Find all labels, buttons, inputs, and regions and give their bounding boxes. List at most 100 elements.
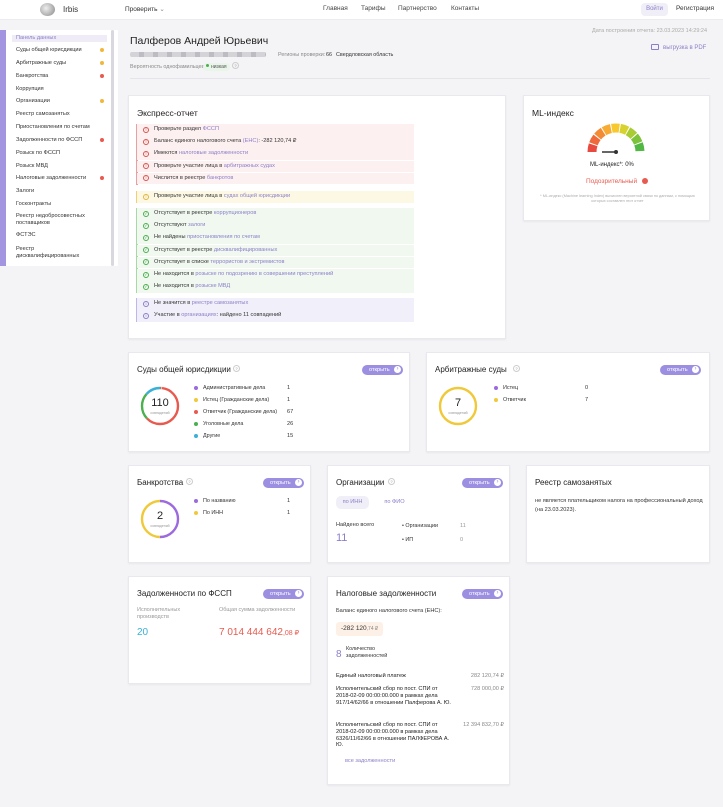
tax-open-button[interactable]: открыть	[462, 589, 503, 599]
sidebar-scrollbar[interactable]	[111, 30, 114, 266]
sidebar-item[interactable]: Госконтракты	[16, 201, 98, 208]
gauge-segment	[619, 123, 630, 135]
check-dropdown[interactable]: Проверить ⌄	[125, 5, 165, 13]
legend-label: По ИНН	[203, 510, 224, 516]
fssp-card: Задолженности по ФССП открыть Исполнител…	[128, 576, 311, 684]
express-row-link[interactable]: ФССП	[203, 126, 219, 132]
sidebar-item[interactable]: Приостановления по счетам	[16, 124, 98, 131]
express-row-link[interactable]: банкротов	[207, 175, 233, 181]
nav-home[interactable]: Главная	[323, 5, 348, 12]
ml-status: Подозрительный	[586, 178, 648, 185]
legend-value: 1	[287, 385, 291, 391]
logo-text[interactable]: Irbis	[63, 5, 78, 14]
express-row-link[interactable]: арбитражных судах	[224, 163, 275, 169]
login-button[interactable]: Войти	[641, 3, 668, 16]
region-name: Свердловская область	[336, 52, 394, 58]
status-icon: !	[143, 193, 149, 200]
legend-label: Административные дела	[203, 385, 266, 391]
status-icon: !	[143, 175, 149, 182]
status-icon: !	[143, 138, 149, 145]
sidebar-item[interactable]: Розыск по ФССП	[16, 150, 98, 157]
legend-value: 1	[287, 498, 291, 504]
page-title: Палферов Андрей Юрьевич	[130, 35, 269, 47]
tax-row-value: 282 120,74 ₽	[470, 673, 504, 679]
express-row-link[interactable]: организациях	[181, 312, 216, 318]
sidebar-item[interactable]: Налоговые задолженности	[16, 175, 98, 182]
gauge-segment	[587, 143, 598, 153]
orgs-item-organizations: • Организации	[402, 523, 438, 529]
logo-icon[interactable]	[40, 3, 55, 16]
express-row-link[interactable]: розыске МВД	[195, 283, 230, 289]
selfemp-card: Реестр самозанятых не является плательщи…	[526, 465, 710, 563]
legend-dot-icon	[194, 410, 198, 414]
tax-row-label: Исполнительский сбор по пост. СПИ от 201…	[336, 686, 451, 706]
courts-open-button[interactable]: открыть	[362, 365, 403, 375]
sidebar-item[interactable]: Залоги	[16, 188, 98, 195]
sidebar-item[interactable]: Организации	[16, 98, 98, 105]
nav-partnership[interactable]: Партнерство	[398, 5, 437, 12]
info-icon[interactable]: ?	[186, 478, 193, 485]
legend-label: По названию	[203, 498, 236, 504]
courts-title: Суды общей юрисдикции	[137, 365, 231, 374]
orgs-found-value: 11	[336, 532, 348, 544]
top-bar: Irbis Проверить ⌄ Главная Тарифы Партнер…	[0, 0, 723, 20]
sidebar-item[interactable]: Банкротства	[16, 73, 98, 80]
sidebar-item[interactable]: Панель данных	[12, 35, 107, 42]
info-icon[interactable]: ?	[388, 478, 395, 485]
chevron-down-icon: ⌄	[159, 6, 165, 13]
nav-tariffs[interactable]: Тарифы	[361, 5, 386, 12]
gauge-segment	[630, 133, 643, 145]
sidebar-item[interactable]: Суды общей юрисдикции	[16, 47, 98, 54]
express-row-link[interactable]: (ЕНС)	[243, 138, 259, 144]
status-dot-icon	[100, 138, 104, 142]
sidebar-item[interactable]: ФСТЭС	[16, 232, 98, 239]
fssp-open-button[interactable]: открыть	[263, 589, 304, 599]
express-row-link[interactable]: коррупционеров	[214, 210, 256, 216]
tax-row-value: 12 394 832,70 ₽	[463, 722, 504, 728]
status-dot-icon	[206, 64, 209, 67]
sidebar-item[interactable]: Реестр дисквалифицированных	[16, 246, 98, 259]
express-row-link[interactable]: реестре самозанятых	[192, 300, 248, 306]
courts-total: 110	[151, 397, 169, 409]
region-code: 66	[326, 52, 332, 58]
express-row-link[interactable]: розыске по подозрению в совершении прест…	[195, 271, 333, 277]
info-icon[interactable]: ?	[233, 365, 240, 372]
express-row: ! Числится в реестре банкротов	[137, 172, 414, 185]
status-icon: ✓	[143, 222, 149, 229]
orgs-open-button[interactable]: открыть	[462, 478, 503, 488]
express-row-link[interactable]: террористов и экстремистов	[210, 259, 284, 265]
sidebar-item[interactable]: Коррупция	[16, 86, 98, 93]
bank-open-button[interactable]: открыть	[263, 478, 304, 488]
arb-title: Арбитражные суды	[435, 365, 507, 374]
express-row-link[interactable]: налоговые задолженности	[179, 150, 248, 156]
all-debts-link[interactable]: все задолженности	[345, 758, 395, 764]
pdf-export-link[interactable]: выгрузка в PDF	[651, 44, 706, 51]
register-link[interactable]: Регистрация	[676, 5, 714, 12]
nav-contacts[interactable]: Контакты	[451, 5, 479, 12]
status-dot-icon	[100, 61, 104, 65]
express-row-link[interactable]: приостановления по счетам	[187, 234, 260, 240]
download-icon	[651, 44, 659, 50]
arb-open-button[interactable]: открыть	[660, 365, 701, 375]
sidebar-item[interactable]: Реестр недобросовестных поставщиков	[16, 213, 98, 226]
gauge-hub	[614, 150, 618, 154]
sidebar-item[interactable]: Арбитражные суды	[16, 60, 98, 67]
express-title: Экспресс-отчет	[137, 108, 198, 118]
legend-dot-icon	[194, 499, 198, 503]
tab-by-inn[interactable]: по ИНН	[336, 496, 369, 509]
legend-dot-icon	[194, 398, 198, 402]
sidebar-item[interactable]: Розыск МВД	[16, 163, 98, 170]
sidebar-item[interactable]: Реестр самозанятых	[16, 111, 98, 118]
express-row-link[interactable]: судах общей юрисдикции	[224, 193, 290, 199]
express-row: ✓ Не находится в розыске МВД	[137, 281, 414, 293]
tab-by-fio[interactable]: по ФИО	[378, 496, 411, 509]
status-icon: ✓	[143, 283, 149, 290]
express-row-link[interactable]: залоги	[188, 222, 205, 228]
legend-label: Другие	[203, 433, 221, 439]
probability-value: низкая	[211, 64, 227, 70]
info-icon[interactable]: ?	[513, 365, 520, 372]
sidebar-item[interactable]: Задолженности по ФССП	[16, 137, 98, 144]
info-icon[interactable]: ?	[232, 62, 239, 69]
legend-dot-icon	[494, 386, 498, 390]
express-row-link[interactable]: дисквалифицированных	[214, 247, 277, 253]
